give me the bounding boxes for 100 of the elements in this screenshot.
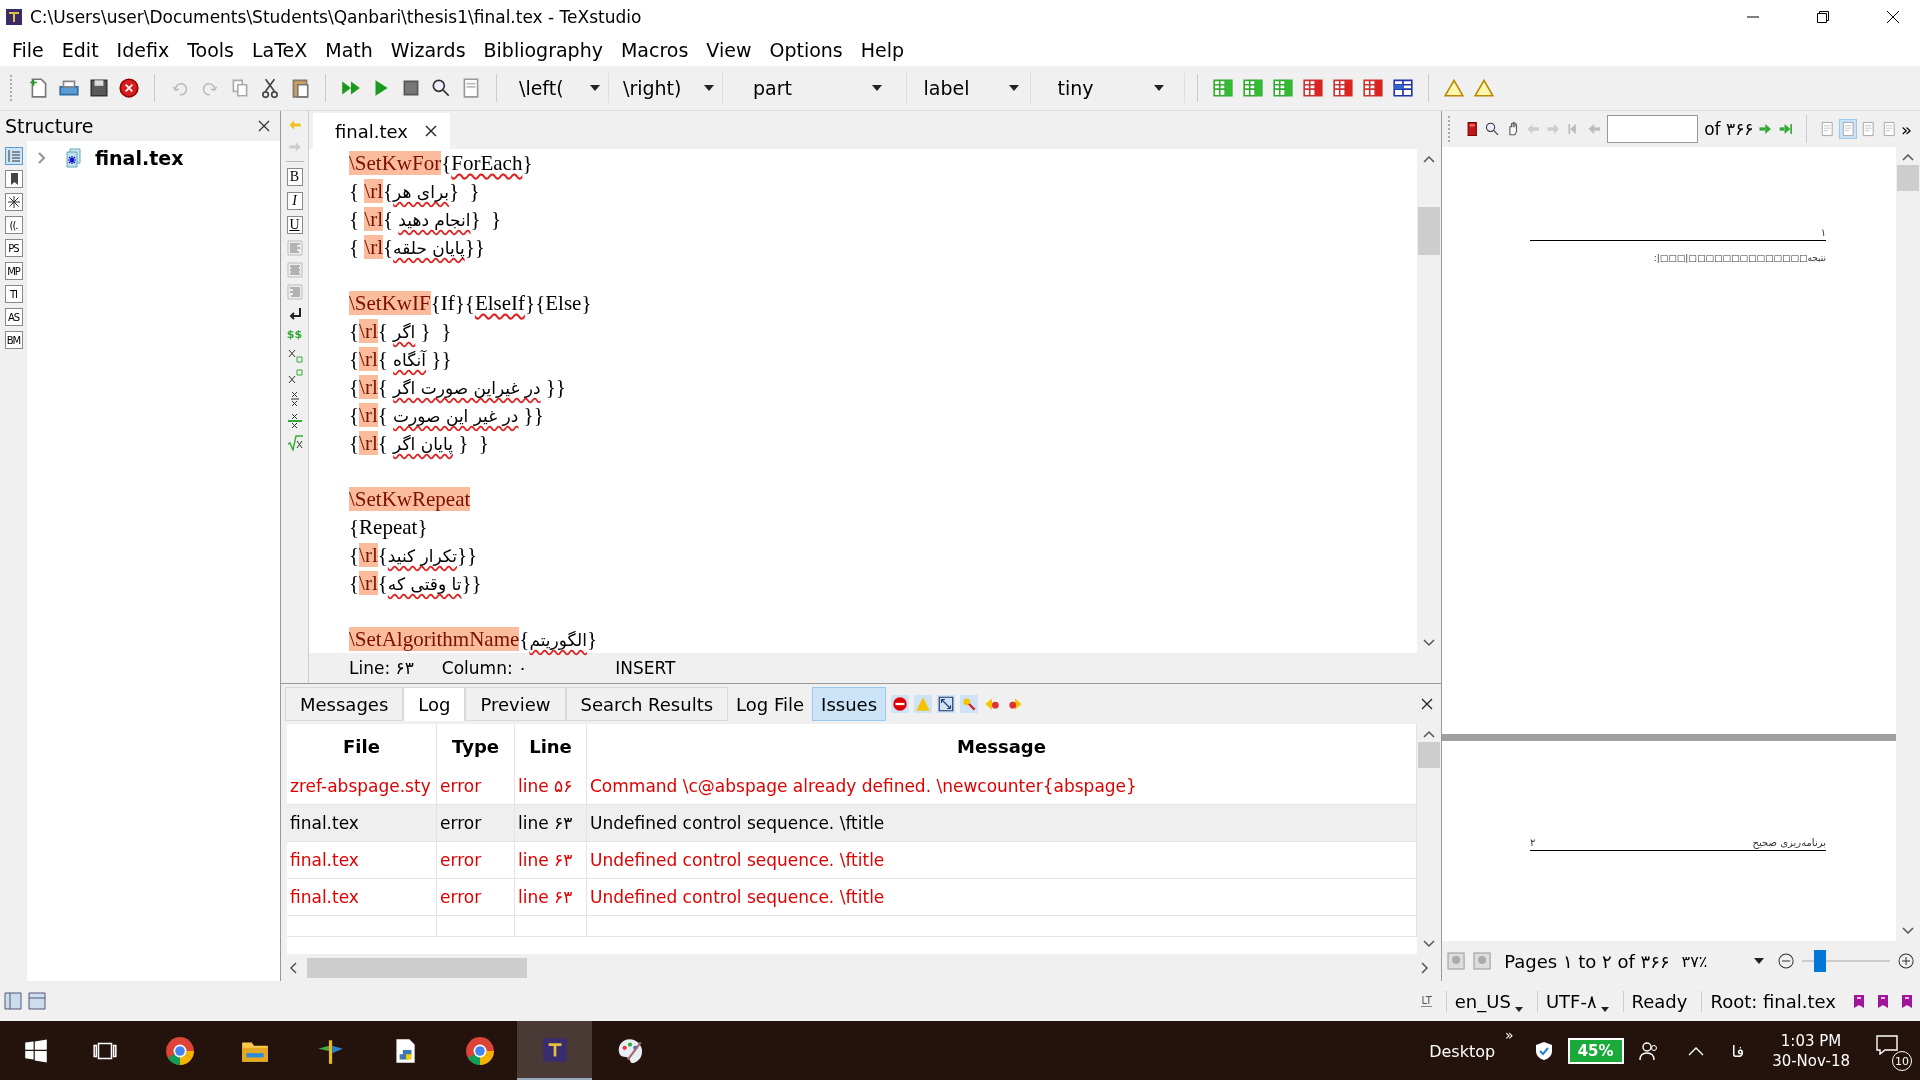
subscript-icon[interactable]: [286, 347, 303, 363]
column-header[interactable]: File: [287, 724, 437, 768]
panel-tab[interactable]: Messages: [285, 687, 404, 721]
menu-item[interactable]: File: [4, 39, 52, 61]
close-icon[interactable]: [1421, 698, 1433, 710]
editor-app-button[interactable]: [517, 1021, 592, 1080]
zoom-in-icon[interactable]: [1895, 950, 1916, 972]
zoom-slider[interactable]: [1802, 950, 1890, 972]
zoom-dropdown[interactable]: ۳۷٪: [1675, 951, 1770, 971]
combo-box[interactable]: \left(: [509, 73, 609, 103]
search-filter-icon[interactable]: [960, 695, 978, 713]
scroll-down-icon[interactable]: [1902, 927, 1914, 935]
combo-box[interactable]: label: [911, 73, 1031, 103]
scroll-right-icon[interactable]: [1421, 962, 1429, 974]
warning-icon[interactable]: [1473, 77, 1495, 99]
scissors-icon[interactable]: [259, 77, 281, 99]
overflow-button[interactable]: »: [1901, 118, 1912, 140]
editor-tab[interactable]: final.tex: [313, 113, 450, 149]
people-icon[interactable]: [1637, 1040, 1660, 1062]
layout-icon[interactable]: [28, 992, 46, 1010]
language-tool-button[interactable]: LT: [1421, 995, 1432, 1007]
caret-icon[interactable]: [1514, 1006, 1523, 1012]
log-toggle[interactable]: Log File: [728, 687, 813, 721]
column-header[interactable]: Line: [515, 724, 587, 768]
close-icon[interactable]: [118, 77, 140, 99]
menu-item[interactable]: Wizards: [382, 39, 474, 61]
scroll-thumb[interactable]: [307, 958, 527, 978]
menu-item[interactable]: Tools: [179, 39, 242, 61]
table-icon[interactable]: [1302, 77, 1324, 99]
rail-button[interactable]: AS: [4, 308, 23, 326]
scroll-up-icon[interactable]: [1423, 155, 1435, 163]
status-dropdown[interactable]: en_US: [1445, 990, 1531, 1012]
rail-button[interactable]: ((.: [4, 216, 23, 234]
panel-tab[interactable]: Preview: [465, 687, 566, 721]
desktop-toolbar-label[interactable]: Desktop: [1429, 1041, 1496, 1061]
table-icon[interactable]: [1392, 77, 1414, 99]
scroll-thumb[interactable]: [1897, 165, 1919, 191]
rail-button[interactable]: MP: [4, 262, 23, 280]
menu-item[interactable]: Help: [852, 39, 913, 61]
overflow-button[interactable]: »: [1505, 1027, 1514, 1043]
badbox-filter-icon[interactable]: [937, 695, 955, 713]
table-icon[interactable]: [1332, 77, 1354, 99]
rail-button[interactable]: PS: [4, 239, 23, 257]
scroll-left-icon[interactable]: [289, 962, 297, 974]
scroll-thumb[interactable]: [1418, 207, 1440, 255]
caret-icon[interactable]: [1600, 1006, 1609, 1012]
scroll-thumb[interactable]: [1418, 742, 1440, 768]
scroll-up-icon[interactable]: [1902, 153, 1914, 161]
shield-icon[interactable]: [1533, 1041, 1554, 1061]
chevron-icon[interactable]: [37, 151, 47, 165]
format-button[interactable]: U: [286, 216, 303, 234]
close-icon[interactable]: [1886, 10, 1900, 24]
panel-tab[interactable]: Search Results: [565, 687, 729, 721]
square-root-icon[interactable]: [286, 435, 303, 451]
rail-button[interactable]: BM: [4, 331, 23, 349]
menu-item[interactable]: LaTeX: [244, 39, 316, 61]
caret-icon[interactable]: [1687, 1046, 1704, 1056]
search-icon[interactable]: [430, 77, 452, 99]
clock[interactable]: 1:03 PM 30-Nov-18: [1772, 1032, 1850, 1070]
menu-item[interactable]: Idefix: [108, 39, 178, 61]
save-icon[interactable]: [88, 77, 110, 99]
combo-box[interactable]: part: [727, 73, 907, 103]
scroll-down-icon[interactable]: [1423, 940, 1435, 948]
input-language[interactable]: فا: [1731, 1041, 1745, 1061]
page-number-field[interactable]: [1606, 115, 1699, 143]
scroll-up-icon[interactable]: [1423, 730, 1435, 738]
rail-button[interactable]: [4, 193, 23, 211]
superscript-icon[interactable]: [286, 369, 303, 385]
menu-item[interactable]: Macros: [612, 39, 697, 61]
error-filter-icon[interactable]: [891, 695, 909, 713]
status-dropdown[interactable]: UTF-۸: [1536, 990, 1617, 1012]
format-button[interactable]: I: [286, 192, 303, 210]
column-header[interactable]: Type: [437, 724, 515, 768]
menu-item[interactable]: Edit: [53, 39, 107, 61]
layout-icon[interactable]: [4, 992, 22, 1010]
menu-item[interactable]: Bibliography: [475, 39, 611, 61]
close-icon[interactable]: [258, 120, 270, 132]
menu-item[interactable]: Math: [317, 39, 381, 61]
log-toggle[interactable]: Issues: [812, 687, 886, 721]
combo-box[interactable]: \right): [613, 73, 723, 103]
scroll-down-icon[interactable]: [1423, 639, 1435, 647]
close-icon[interactable]: [423, 124, 438, 138]
start-icon[interactable]: [24, 1039, 48, 1063]
menu-item[interactable]: View: [698, 39, 760, 61]
restore-icon[interactable]: [1816, 10, 1830, 24]
menu-item[interactable]: Options: [761, 39, 851, 61]
rail-button[interactable]: [4, 170, 23, 188]
table-icon[interactable]: [1362, 77, 1384, 99]
search-icon[interactable]: [1484, 120, 1501, 138]
zoom-out-icon[interactable]: [1775, 950, 1797, 972]
warning-icon[interactable]: [1443, 77, 1465, 99]
tree-item[interactable]: final.tex: [95, 147, 184, 169]
rail-button[interactable]: TI: [4, 285, 23, 303]
combo-box[interactable]: tiny: [1035, 73, 1185, 103]
notifications-button[interactable]: 10: [1876, 1031, 1912, 1071]
format-button[interactable]: B: [286, 168, 303, 186]
fraction-icon[interactable]: [286, 413, 303, 429]
page-text: نتیجه□□□□□□□□□□□□□□|□□□|:: [1652, 253, 1826, 263]
caret-icon[interactable]: [1753, 958, 1764, 964]
panel-tab[interactable]: Log: [403, 687, 466, 721]
